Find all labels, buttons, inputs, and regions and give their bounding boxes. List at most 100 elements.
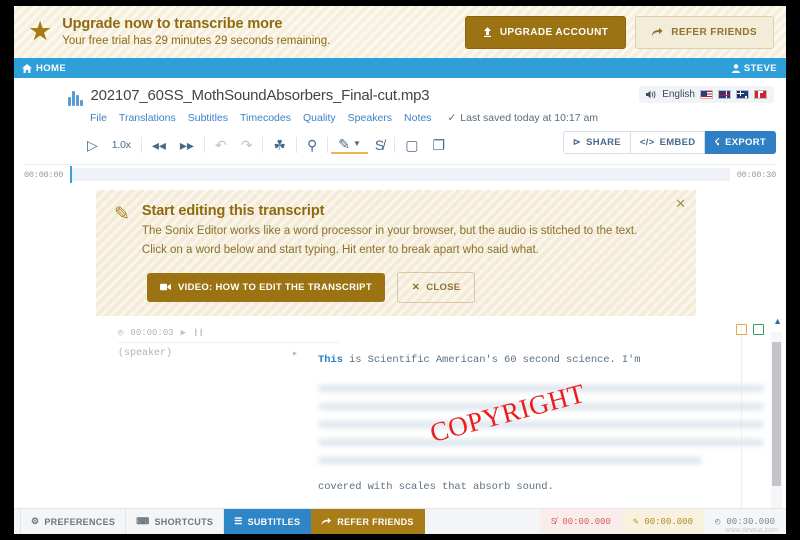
scrollbar-thumb[interactable] [772, 342, 781, 486]
strikethrough-icon: S̸ [550, 516, 557, 527]
caret-up-icon[interactable]: ▲ [773, 316, 782, 326]
embed-label: EMBED [659, 137, 696, 148]
fast-forward-icon[interactable]: ▸▸ [173, 138, 201, 152]
transcript-text[interactable]: This is Scientific American's 60 second … [318, 348, 764, 500]
nav-user-menu[interactable]: STEVE [731, 63, 777, 74]
highlighter-icon[interactable]: ✎ ▼ [331, 137, 368, 154]
promo-title: Upgrade now to transcribe more [62, 15, 283, 32]
menu-item-translations[interactable]: Translations [119, 112, 176, 124]
video-how-to-edit-button[interactable]: VIDEO: HOW TO EDIT THE TRANSCRIPT [147, 272, 385, 302]
upload-arrow-icon [483, 27, 491, 37]
refer-friends-button-top[interactable]: REFER FRIENDS [635, 15, 774, 49]
refer-friends-label-bottom: REFER FRIENDS [337, 516, 414, 527]
flag-au-icon [736, 90, 749, 99]
segment-play-icon[interactable]: ▶ [181, 328, 186, 338]
shortcuts-label: SHORTCUTS [154, 516, 214, 527]
file-header: 202107_60SS_MothSoundAbsorbers_Final-cut… [14, 78, 786, 124]
timeline-track[interactable] [70, 166, 730, 183]
menu-item-speakers[interactable]: Speakers [348, 112, 392, 124]
top-navigation-bar: HOME STEVE [14, 58, 786, 78]
video-camera-icon [160, 284, 171, 291]
tip-content: ✎ Start editing this transcript The Soni… [112, 203, 680, 260]
transcript-first-word[interactable]: This [318, 354, 343, 366]
transcript-scrollbar[interactable] [771, 332, 782, 514]
refer-friends-button-bottom[interactable]: REFER FRIENDS [311, 509, 425, 534]
screenshot-root: ★ Upgrade now to transcribe more Your fr… [0, 0, 800, 540]
tip-body: The Sonix Editor works like a word proce… [141, 225, 638, 256]
close-tip-label: CLOSE [426, 281, 461, 293]
user-icon [731, 63, 740, 73]
subtitles-label: SUBTITLES [247, 516, 301, 527]
last-saved-text: Last saved today at 10:17 am [460, 112, 599, 124]
keyboard-icon: ⌨ [136, 516, 150, 526]
waveform-icon [68, 90, 83, 106]
strikethrough-icon[interactable]: S̸ [368, 138, 391, 152]
segment-timestamp: 00:00:03 [130, 328, 174, 338]
copy-icon[interactable]: ❐ [425, 138, 452, 152]
tip-title: Start editing this transcript [141, 203, 325, 219]
embed-button[interactable]: </> EMBED [630, 131, 706, 154]
menu-item-subtitles[interactable]: Subtitles [188, 112, 228, 124]
microphone-icon[interactable]: ☘ [266, 138, 293, 152]
flag-us-icon [700, 90, 713, 99]
timeline-start-time: 00:00:00 [24, 169, 64, 180]
upgrade-account-button[interactable]: UPGRADE ACCOUNT [464, 15, 627, 49]
timeline-playhead[interactable] [70, 166, 73, 183]
transcript-last-line[interactable]: covered with scales that absorb sound. [318, 481, 554, 493]
tip-buttons: VIDEO: HOW TO EDIT THE TRANSCRIPT ✕ CLOS… [147, 271, 680, 303]
flag-uk-icon [718, 90, 731, 99]
share-button[interactable]: ⊳ SHARE [562, 131, 631, 154]
subtitles-button[interactable]: ☰ SUBTITLES [224, 509, 312, 534]
promo-text-block: Upgrade now to transcribe more Your free… [62, 15, 465, 49]
export-button[interactable]: ☇ EXPORT [705, 131, 776, 154]
gear-icon: ⚙ [31, 516, 40, 526]
editing-tip-card: ✕ ✎ Start editing this transcript The So… [96, 190, 696, 316]
rewind-icon[interactable]: ◂◂ [145, 138, 173, 152]
timecode-strike-value: 00:00.000 [562, 516, 611, 527]
speaker-label-cell[interactable]: (speaker) ▸ [96, 348, 318, 500]
playback-speed-button[interactable]: 1.0x [105, 140, 138, 151]
shortcuts-button[interactable]: ⌨ SHORTCUTS [126, 509, 225, 534]
timeline-end-time: 00:00:30 [736, 169, 776, 180]
share-nodes-icon: ⊳ [572, 137, 582, 148]
editor-toolbar: ▷ 1.0x ◂◂ ▸▸ ↶ ↷ ☘ ⚲ ✎ ▼ S̸ ▢ ❐ ⊳ SHARE … [14, 131, 786, 159]
blurred-line [318, 438, 764, 446]
export-icon: ☇ [714, 137, 721, 148]
toolbar-divider [203, 137, 205, 153]
last-saved-status: ✓ Last saved today at 10:17 am [447, 112, 598, 124]
pencil-icon: ✎ [114, 204, 130, 225]
menu-item-notes[interactable]: Notes [404, 112, 431, 124]
refer-friends-label-top: REFER FRIENDS [671, 26, 757, 38]
dictionary-icon[interactable]: ▢ [398, 138, 425, 152]
menu-item-quality[interactable]: Quality [303, 112, 336, 124]
audio-timeline[interactable]: 00:00:00 00:00:30 [24, 164, 776, 184]
toolbar-divider [140, 137, 142, 153]
transcript-editor: ✕ ✎ Start editing this transcript The So… [14, 184, 786, 528]
redo-icon[interactable]: ↷ [234, 138, 260, 152]
chevron-right-icon[interactable]: ▸ [292, 348, 298, 360]
speaker-label: (speaker) [118, 348, 173, 359]
menu-item-timecodes[interactable]: Timecodes [240, 112, 291, 124]
close-icon[interactable]: ✕ [675, 197, 686, 210]
play-icon[interactable]: ▷ [80, 138, 105, 152]
toolbar-divider [262, 137, 264, 153]
toolbar-actions: ⊳ SHARE </> EMBED ☇ EXPORT [562, 131, 776, 154]
check-icon: ✓ [447, 112, 457, 124]
segment-pause-icon[interactable]: ❙❙ [193, 328, 204, 338]
preferences-button[interactable]: ⚙ PREFERENCES [20, 509, 127, 534]
transcript-line-rest[interactable]: is Scientific American's 60 second scien… [343, 354, 641, 366]
menu-item-file[interactable]: File [90, 112, 107, 124]
search-icon[interactable]: ⚲ [300, 138, 324, 152]
star-icon: ★ [28, 15, 53, 46]
undo-icon[interactable]: ↶ [208, 138, 234, 152]
code-icon: </> [639, 137, 655, 148]
timecode-edit-value: 00:00.000 [644, 516, 693, 527]
bottom-status-bar: ⚙ PREFERENCES ⌨ SHORTCUTS ☰ SUBTITLES RE… [14, 508, 786, 534]
nav-home-link[interactable]: HOME [22, 63, 66, 74]
language-selector[interactable]: English [639, 86, 774, 103]
share-arrow-icon [652, 27, 663, 36]
transcript-row: (speaker) ▸ This is Scientific American'… [96, 343, 764, 500]
close-tip-button[interactable]: ✕ CLOSE [396, 271, 476, 303]
tip-text-block: Start editing this transcript The Sonix … [142, 203, 654, 260]
export-label: EXPORT [725, 137, 766, 148]
